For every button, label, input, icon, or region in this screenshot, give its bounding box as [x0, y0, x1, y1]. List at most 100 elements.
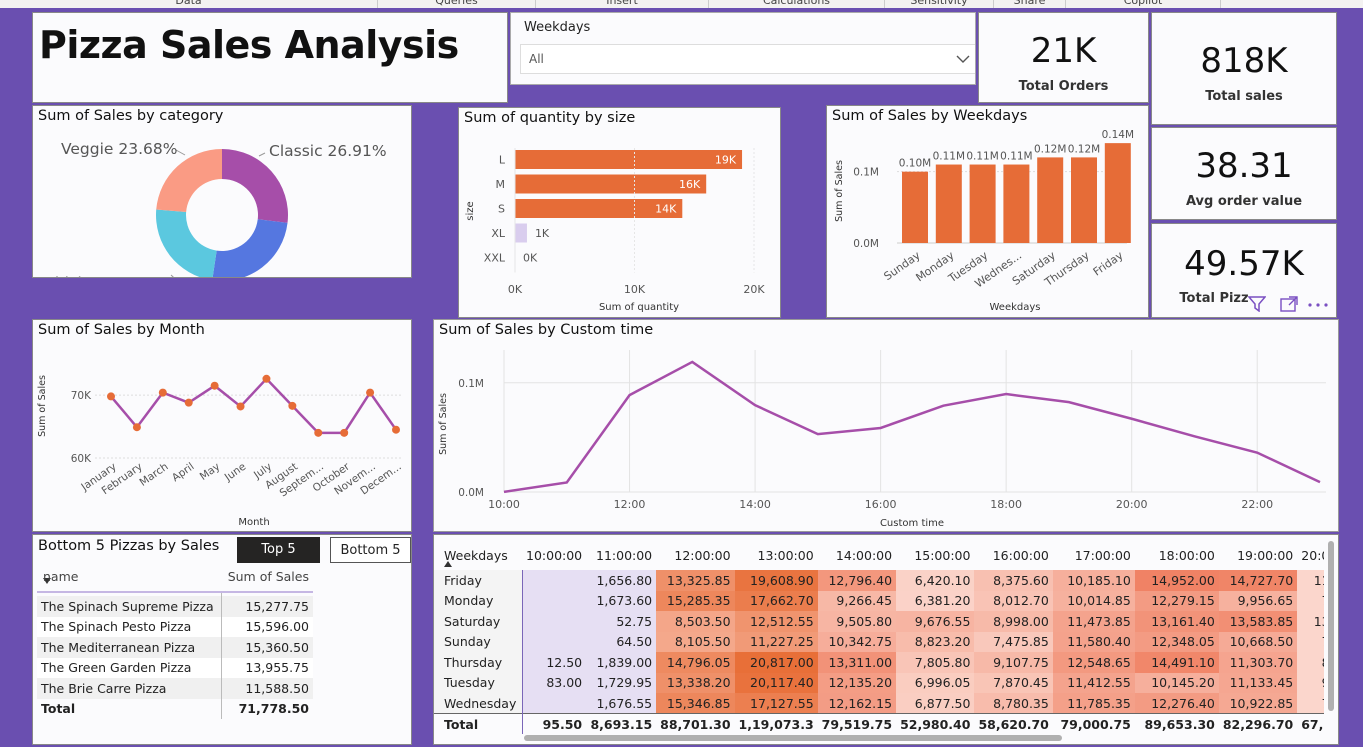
y-tick: 70K: [71, 390, 92, 402]
value-cell: 12,162.15: [817, 693, 897, 714]
value-cell: 17,662.70: [734, 590, 818, 611]
x-tick: 10K: [624, 283, 646, 296]
value-cell: 6,877.50: [896, 693, 975, 714]
category-chart-card: Sum of Sales by category Classic 26.91%S…: [32, 105, 412, 278]
total-cell: 82,296.70: [1218, 713, 1298, 734]
weekday-bar: [1003, 164, 1030, 243]
value-cell: 8,998.00: [974, 611, 1053, 632]
month-line-chart[interactable]: 60K70KJanuaryFebruaryMarch April May June Ju…: [33, 320, 412, 532]
table-row[interactable]: The Green Garden Pizza 13,955.75: [37, 657, 313, 678]
page-title: Pizza Sales Analysis: [39, 23, 459, 67]
vertical-scrollbar[interactable]: [1328, 541, 1334, 711]
matrix-row[interactable]: Friday 1,656.80 13,325.85 19,608.90 12,796.4…: [434, 570, 1324, 591]
column-header[interactable]: 15:00:00: [896, 541, 974, 570]
kpi-value: 49.57K: [1184, 244, 1304, 284]
matrix-row[interactable]: Thursday 12.50 1,839.00 14,796.05 20,817.00 1…: [434, 652, 1324, 673]
table-row[interactable]: The Mediterranean Pizza 15,360.50: [37, 637, 313, 658]
ribbon-tab[interactable]: Data: [0, 0, 378, 8]
y-axis-label: Sum of Sales: [834, 160, 845, 222]
column-header[interactable]: 12:00:00: [656, 541, 734, 570]
name-cell: The Green Garden Pizza: [41, 660, 192, 676]
column-header[interactable]: 20:00:0: [1297, 541, 1324, 570]
column-header[interactable]: 17:00:00: [1053, 541, 1135, 570]
chevron-down-icon: [956, 55, 970, 63]
value-cell: 52.75: [586, 611, 657, 632]
sales-line: [503, 360, 1321, 494]
matrix-row[interactable]: Sunday 64.50 8,105.50 11,227.25 10,342.75 8,8…: [434, 631, 1324, 652]
value-cell: 17,127.55: [734, 693, 818, 714]
kpi-value: 21K: [1030, 31, 1097, 71]
matrix-row[interactable]: Monday 1,673.60 15,285.35 17,662.70 9,266.45…: [434, 590, 1324, 611]
top-5-button[interactable]: Top 5: [237, 537, 320, 563]
category-donut-chart[interactable]: Classic 26.91%Supreme 25.46%Chicken 23.9…: [33, 106, 412, 278]
ribbon-bar: Data Queries Insert Calculations Sensitivity…: [0, 0, 1363, 8]
weekday-bar-chart[interactable]: 0.0M0.1M0.10MSunday0.11MMonday0.11MTuesd…: [827, 106, 1149, 318]
ribbon-tab[interactable]: Copilot: [1066, 0, 1221, 8]
row-header-cell: Tuesday: [434, 672, 523, 693]
value-cell: 11,412.55: [1052, 672, 1135, 693]
column-header[interactable]: Weekdays: [434, 541, 522, 570]
kpi-value: 818K: [1200, 41, 1288, 81]
size-value-label: 16K: [679, 178, 701, 191]
bar-value-label: 0.11M: [966, 151, 998, 163]
value-cell: [522, 570, 587, 591]
y-axis-label: Sum of Sales: [37, 375, 48, 437]
weekdays-dropdown[interactable]: All: [520, 44, 975, 74]
value-cell: 9,07: [1297, 672, 1324, 693]
value-cell: 12,548.65: [1052, 652, 1135, 673]
column-header[interactable]: 14:00:00: [818, 541, 896, 570]
matrix-row[interactable]: Saturday 52.75 8,503.50 12,512.55 9,505.80 9,…: [434, 611, 1324, 632]
ribbon-tab[interactable]: Insert: [536, 0, 709, 8]
value-cell: 13,93: [1297, 611, 1324, 632]
value-cell: 12,135.20: [817, 672, 897, 693]
column-header[interactable]: 18:00:00: [1135, 541, 1219, 570]
table-row[interactable]: The Spinach Supreme Pizza 15,277.75: [37, 596, 313, 617]
filter-icon[interactable]: [1248, 296, 1266, 312]
column-header[interactable]: 11:00:00: [586, 541, 656, 570]
weekday-hour-matrix[interactable]: Weekdays 10:00:00 11:00:00 12:00:00 13:00:00…: [434, 541, 1324, 734]
value-cell: 6,996.05: [896, 672, 975, 693]
value-cell: 12.50: [522, 652, 587, 673]
ribbon-tab[interactable]: Share: [994, 0, 1066, 8]
value-cell: 9,505.80: [817, 611, 897, 632]
bottom-5-button[interactable]: Bottom 5: [330, 537, 411, 563]
bar-value-label: 0.12M: [1034, 143, 1066, 155]
total-cell: 95.50: [522, 713, 587, 734]
value-cell: 14,796.05: [656, 652, 735, 673]
ribbon-tab[interactable]: Sensitivity: [885, 0, 994, 8]
x-tick: 12:00: [614, 498, 646, 511]
focus-mode-icon[interactable]: [1280, 296, 1298, 312]
more-options-icon[interactable]: [1307, 302, 1329, 308]
ribbon-tab[interactable]: Calculations: [709, 0, 885, 8]
column-header[interactable]: name: [37, 562, 222, 593]
value-cell: 10,014.85: [1052, 590, 1135, 611]
ribbon-tab[interactable]: Queries: [378, 0, 536, 8]
month-point: [288, 401, 297, 410]
bar-value-label: 0.11M: [933, 151, 965, 163]
row-header-cell: Friday: [434, 570, 523, 591]
size-bar-chart[interactable]: L 19KM 16KS 14KXL 1KXXL 0K0K 10K 20KSum of quan…: [459, 108, 781, 318]
column-header[interactable]: 10:00:00: [522, 541, 586, 570]
month-point: [392, 425, 400, 434]
column-header[interactable]: 13:00:00: [735, 541, 818, 570]
column-header[interactable]: Sum of Sales: [221, 562, 313, 593]
value-cell: 14,727.70: [1218, 570, 1298, 591]
matrix-row[interactable]: Tuesday 83.00 1,729.95 13,338.20 20,117.40 12…: [434, 672, 1324, 693]
value-cell: 8,780.35: [974, 693, 1053, 714]
time-line-chart[interactable]: 0.0M 0.1M 10:00 12:00 14:00 16:00 18:00 20:00 22…: [434, 320, 1339, 532]
matrix-row[interactable]: Wednesday 1,676.55 15,346.85 17,127.55 12,16…: [434, 693, 1324, 714]
x-tick: 0K: [508, 283, 523, 296]
table-total-row[interactable]: Total 71,778.50: [37, 698, 313, 719]
table-row[interactable]: The Brie Carre Pizza 11,588.50: [37, 678, 313, 699]
column-header[interactable]: 16:00:00: [974, 541, 1052, 570]
kpi-value: 38.31: [1195, 146, 1293, 186]
horizontal-scrollbar[interactable]: [524, 735, 1062, 741]
bar-value-label: 0.10M: [899, 158, 931, 170]
size-tick: S: [498, 203, 505, 216]
value-cell: 10,145.20: [1134, 672, 1219, 693]
size-tick: L: [499, 154, 506, 167]
value-cell: [522, 631, 587, 652]
size-value-label: 14K: [655, 203, 677, 216]
table-row[interactable]: The Spinach Pesto Pizza 15,596.00: [37, 616, 313, 637]
column-header[interactable]: 19:00:00: [1219, 541, 1297, 570]
